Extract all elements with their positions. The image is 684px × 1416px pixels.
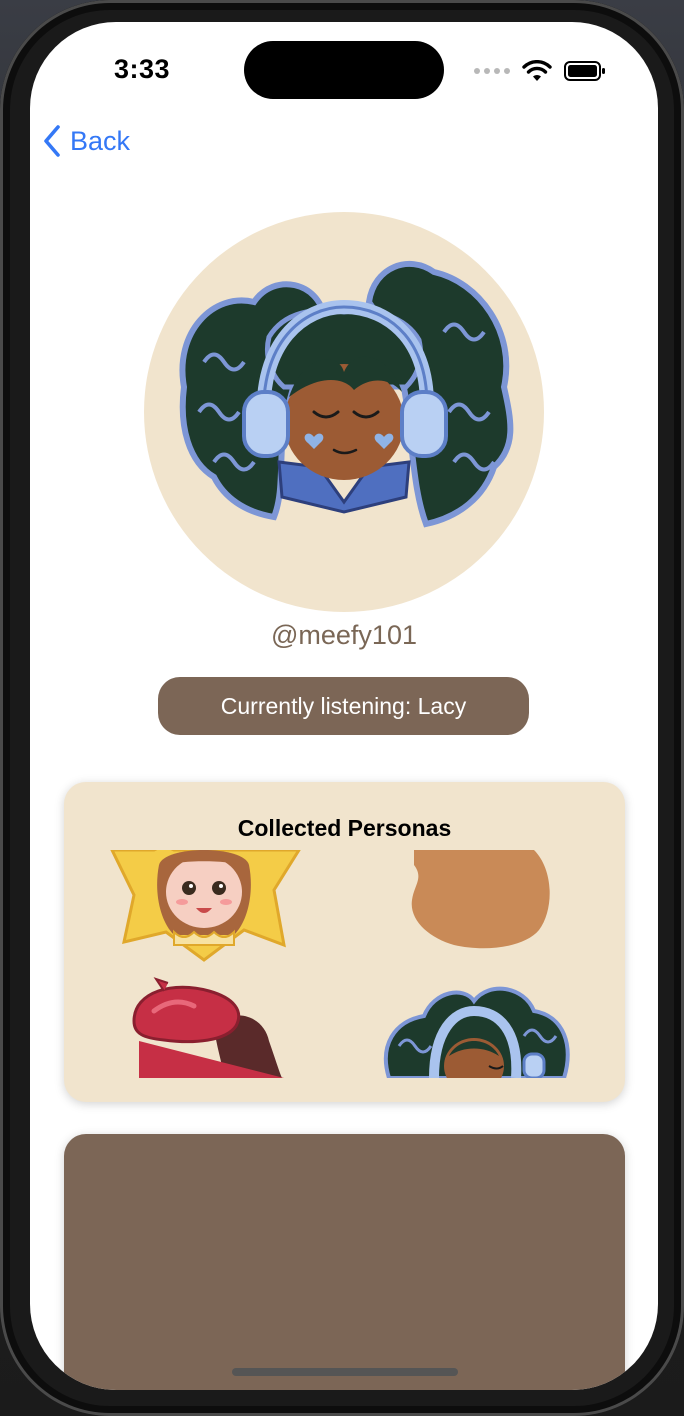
currently-listening-label: Currently listening: Lacy (220, 692, 467, 719)
home-indicator[interactable] (232, 1368, 458, 1376)
bottom-panel (64, 1134, 625, 1390)
blonde-girl-star-icon (110, 850, 301, 962)
curly-hair-headphones-persona-icon (383, 986, 570, 1078)
wifi-icon (522, 60, 552, 81)
back-button[interactable]: Back (42, 124, 130, 158)
status-time: 3:33 (114, 54, 171, 84)
cellular-signal-icon (474, 68, 510, 74)
status-icons (474, 60, 606, 82)
persona-item[interactable] (104, 850, 304, 962)
back-label: Back (70, 125, 131, 156)
battery-icon (564, 61, 605, 81)
curly-hair-headphones-avatar-icon (179, 261, 514, 528)
chevron-left-icon (44, 125, 60, 157)
persona-item[interactable] (374, 966, 574, 1078)
persona-grid (104, 850, 584, 1078)
red-beret-persona-icon (132, 977, 284, 1078)
dynamic-island (244, 41, 444, 99)
collected-personas-title: Collected Personas (237, 815, 452, 841)
brown-hair-persona-icon (411, 850, 550, 949)
collected-personas-card: Collected Personas (64, 782, 625, 1102)
profile-avatar (144, 212, 544, 612)
username-label: @meefy101 (271, 620, 417, 650)
status-bar: 3:33 (30, 22, 658, 102)
currently-listening-button[interactable]: Currently listening: Lacy (158, 677, 529, 735)
app-screen: 3:33 Back @meefy101 Currently listening:… (30, 22, 658, 1390)
persona-item[interactable] (374, 850, 574, 962)
persona-item[interactable] (104, 966, 304, 1078)
